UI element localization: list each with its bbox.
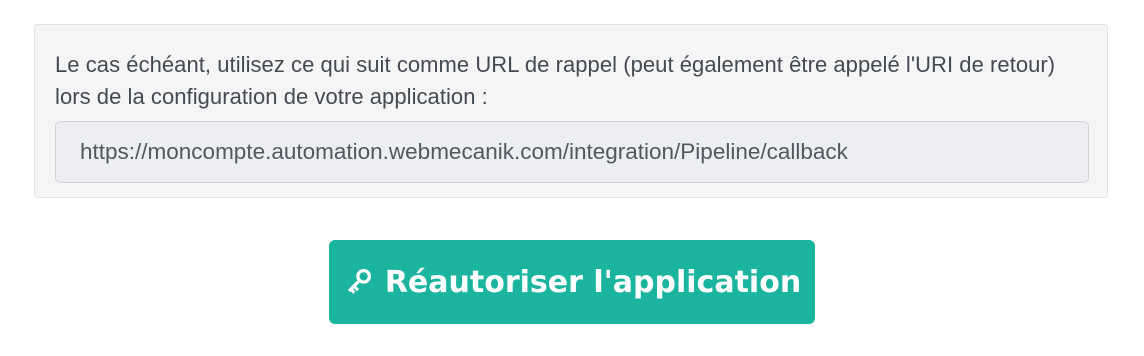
callback-help-text: Le cas échéant, utilisez ce qui suit com… — [55, 52, 1056, 109]
callback-url-field[interactable] — [55, 121, 1089, 183]
callback-url-panel: Le cas échéant, utilisez ce qui suit com… — [34, 24, 1108, 198]
key-icon — [343, 267, 373, 297]
reauthorize-app-button[interactable]: Réautoriser l'application — [329, 240, 815, 324]
reauthorize-app-label: Réautoriser l'application — [384, 264, 802, 300]
